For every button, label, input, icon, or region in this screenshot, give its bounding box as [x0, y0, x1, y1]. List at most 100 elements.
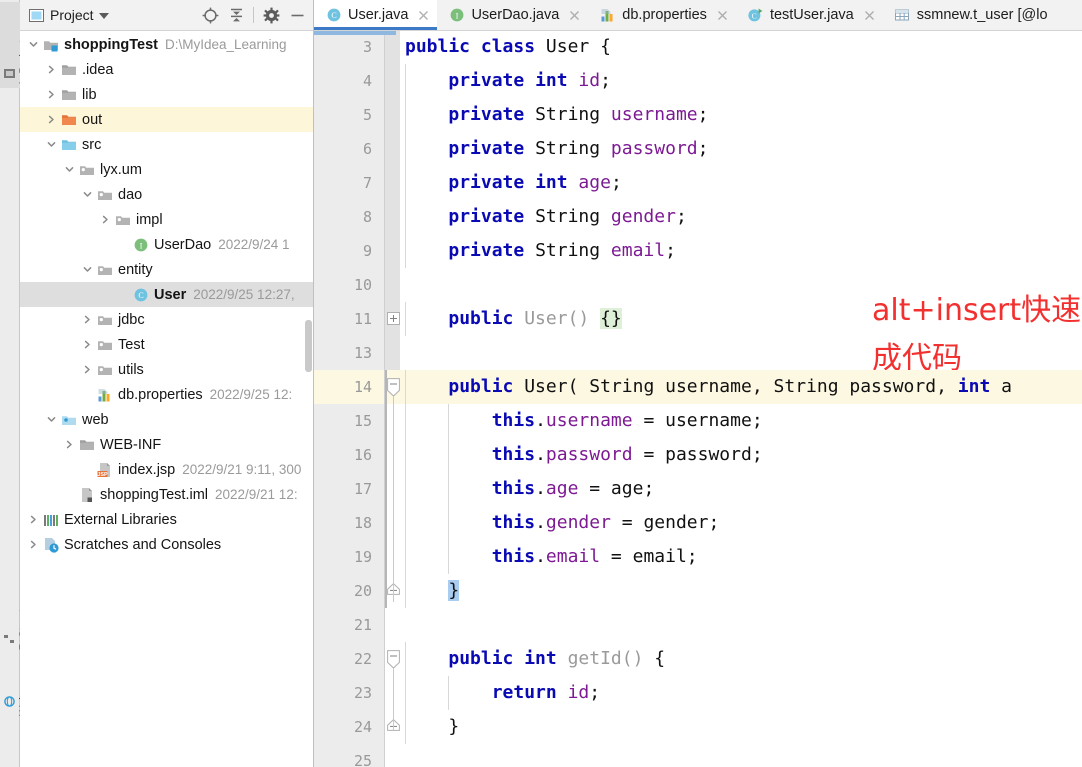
code-line[interactable]: this.username = username;	[405, 404, 763, 438]
fold-region-line	[393, 668, 394, 730]
editor-fold-column[interactable]	[384, 31, 400, 767]
chevron-right-icon[interactable]	[79, 307, 96, 332]
tree-node-lib[interactable]: lib	[20, 82, 313, 107]
code-line[interactable]: this.password = password;	[405, 438, 763, 472]
project-panel-scrollbar[interactable]	[305, 320, 312, 372]
chevron-down-icon[interactable]	[98, 13, 109, 19]
editor-tab-db-properties[interactable]: db.properties	[588, 0, 736, 30]
editor-tab-bar[interactable]: C User.java I UserDao.java db.properties Ctes…	[314, 0, 1082, 31]
hide-icon[interactable]	[285, 3, 309, 27]
chevron-right-icon[interactable]	[25, 532, 42, 557]
tree-node-out[interactable]: out	[20, 107, 313, 132]
code-line[interactable]: }	[405, 710, 459, 744]
code-line[interactable]: public int getId() {	[405, 642, 665, 676]
tree-node-userdao[interactable]: I UserDao 2022/9/24 1	[20, 232, 313, 257]
chevron-right-icon[interactable]	[61, 432, 78, 457]
tree-node-idea[interactable]: .idea	[20, 57, 313, 82]
chevron-right-icon[interactable]	[43, 107, 60, 132]
close-icon[interactable]	[568, 9, 581, 22]
chevron-right-icon[interactable]	[79, 332, 96, 357]
tree-node-web[interactable]: web	[20, 407, 313, 432]
package-icon	[96, 361, 113, 378]
tree-node-web-inf[interactable]: WEB-INF	[20, 432, 313, 457]
tool-tab-structure[interactable]: 7: Structure	[0, 560, 30, 652]
close-icon[interactable]	[417, 9, 430, 22]
code-line[interactable]: public User() {}	[405, 302, 622, 336]
tree-node-shoppingtest[interactable]: shoppingTest D:\MyIdea_Learning	[20, 32, 313, 57]
editor-tab-ssmnew-t-user-lo[interactable]: ssmnew.t_user [@lo	[883, 0, 1055, 30]
code-line[interactable]: }	[405, 574, 460, 608]
tree-node-src[interactable]: src	[20, 132, 313, 157]
chevron-down-icon[interactable]	[43, 132, 60, 157]
chevron-right-icon[interactable]	[43, 57, 60, 82]
tree-node-test[interactable]: Test	[20, 332, 313, 357]
code-token: private	[448, 70, 536, 91]
fold-collapse-icon[interactable]	[387, 650, 400, 669]
code-line[interactable]: this.email = email;	[405, 540, 698, 574]
code-token: a	[1001, 376, 1012, 397]
code-token: int	[535, 70, 579, 91]
code-token: }	[448, 580, 460, 601]
editor-tab-user-java[interactable]: C User.java	[314, 0, 438, 30]
code-token: {}	[600, 308, 622, 329]
code-line[interactable]: private String password;	[405, 132, 708, 166]
chevron-right-icon[interactable]	[43, 82, 60, 107]
tool-tab-project[interactable]: 1: Project	[0, 2, 30, 88]
code-line[interactable]: return id;	[405, 676, 600, 710]
collapse-all-icon[interactable]	[224, 3, 248, 27]
code-line[interactable]: private String gender;	[405, 200, 686, 234]
code-line[interactable]: private String email;	[405, 234, 676, 268]
fold-collapse-icon[interactable]	[387, 378, 400, 397]
editor-body: 3 4 5 6 7 8 9 10 11 13 14 15 16 17 18 19 20 21 22 23 24 25 al…	[314, 31, 1082, 767]
chevron-down-icon[interactable]	[79, 182, 96, 207]
code-token: int	[524, 648, 568, 669]
tree-no-arrow	[61, 482, 78, 507]
tree-node-external-libraries[interactable]: External Libraries	[20, 507, 313, 532]
close-icon[interactable]	[716, 9, 729, 22]
tree-node-dao[interactable]: dao	[20, 182, 313, 207]
code-line[interactable]: this.age = age;	[405, 472, 655, 506]
tree-node-index-jsp[interactable]: JSP index.jsp 2022/9/21 9:11, 300	[20, 457, 313, 482]
close-icon[interactable]	[863, 9, 876, 22]
code-line[interactable]: public class User {	[405, 31, 611, 64]
editor-code-area[interactable]: alt+insert快速生 成代码 public class User { pr…	[400, 31, 1082, 767]
chevron-right-icon[interactable]	[25, 507, 42, 532]
tree-node-lyx-um[interactable]: lyx.um	[20, 157, 313, 182]
tree-node-user[interactable]: C User 2022/9/25 12:27,	[20, 282, 313, 307]
svg-text:C: C	[138, 291, 143, 300]
fold-expand-icon[interactable]	[387, 312, 400, 325]
code-line[interactable]: private int age;	[405, 166, 621, 200]
chevron-right-icon[interactable]	[97, 207, 114, 232]
chevron-down-icon[interactable]	[43, 407, 60, 432]
package-icon	[96, 311, 113, 328]
code-line[interactable]: private int id;	[405, 64, 611, 98]
tree-node-label: shoppingTest.iml	[100, 486, 208, 503]
chevron-down-icon[interactable]	[25, 32, 42, 57]
code-line[interactable]: public User( String username, String pas…	[405, 370, 1012, 404]
tree-node-db-properties[interactable]: db.properties 2022/9/25 12:	[20, 382, 313, 407]
editor-tab-testuser-java[interactable]: CtestUser.java	[736, 0, 883, 30]
tree-node-jdbc[interactable]: jdbc	[20, 307, 313, 332]
chevron-down-icon[interactable]	[61, 157, 78, 182]
editor-gutter[interactable]: 3 4 5 6 7 8 9 10 11 13 14 15 16 17 18 19 20 21 22 23 24 25	[314, 31, 384, 767]
settings-gear-icon[interactable]	[259, 3, 283, 27]
editor-tab-userdao-java[interactable]: I UserDao.java	[437, 0, 588, 30]
tree-node-impl[interactable]: impl	[20, 207, 313, 232]
code-line[interactable]: this.gender = gender;	[405, 506, 720, 540]
project-tree[interactable]: shoppingTest D:\MyIdea_Learning .idea lib ou…	[20, 31, 313, 767]
package-icon	[78, 161, 95, 178]
chevron-down-icon[interactable]	[79, 257, 96, 282]
chevron-right-icon[interactable]	[79, 357, 96, 382]
tool-tab-web[interactable]: Web	[0, 670, 30, 718]
tree-node-shoppingtest-iml[interactable]: shoppingTest.iml 2022/9/21 12:	[20, 482, 313, 507]
tree-node-label: out	[82, 111, 103, 128]
tree-indent-spacer	[20, 282, 115, 307]
locate-icon[interactable]	[198, 3, 222, 27]
tree-node-scratches-and-consoles[interactable]: Scratches and Consoles	[20, 532, 313, 557]
editor-horizontal-scroll-thumb[interactable]	[314, 31, 396, 35]
code-line[interactable]: private String username;	[405, 98, 708, 132]
tree-node-entity[interactable]: entity	[20, 257, 313, 282]
structure-icon	[4, 634, 15, 645]
tree-node-utils[interactable]: utils	[20, 357, 313, 382]
